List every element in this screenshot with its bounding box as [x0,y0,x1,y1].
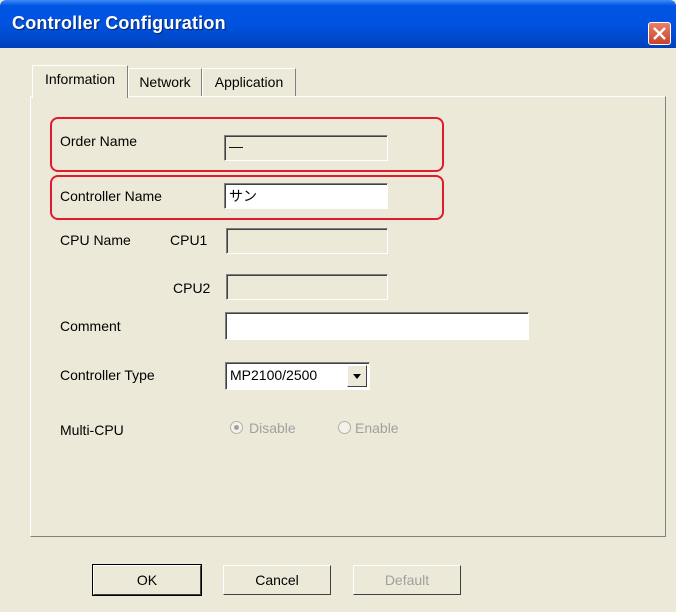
chevron-down-icon [353,374,361,379]
order-name-field: — [224,135,388,161]
cpu-name-label: CPU Name [60,232,131,248]
dropdown-button[interactable] [347,365,367,387]
multi-cpu-label: Multi-CPU [60,422,124,438]
close-button[interactable] [648,22,671,45]
controller-type-select[interactable]: MP2100/2500 [225,362,370,390]
tab-application[interactable]: Application [202,68,296,96]
cancel-button[interactable]: Cancel [223,565,331,595]
controller-type-value: MP2100/2500 [230,367,318,383]
cpu1-field [226,228,388,254]
comment-input[interactable] [225,312,529,340]
controller-name-label: Controller Name [60,188,162,204]
ok-button[interactable]: OK [92,564,202,596]
default-button[interactable]: Default [353,565,461,595]
cpu2-label: CPU2 [173,280,211,296]
comment-label: Comment [60,318,121,334]
radio-disable-label: Disable [249,420,296,436]
controller-name-input[interactable]: サン [224,183,388,209]
window-title: Controller Configuration [12,13,226,33]
order-name-label: Order Name [60,133,138,149]
radio-disable[interactable] [230,421,243,434]
controller-type-label: Controller Type [60,367,155,383]
radio-selected-dot [234,425,239,430]
radio-enable[interactable] [338,421,351,434]
cpu2-field [226,274,388,300]
tab-network[interactable]: Network [128,68,202,96]
title-bar[interactable]: Controller Configuration [0,0,676,48]
cpu1-label: CPU1 [170,232,208,248]
controller-config-dialog: Controller Configuration Information Net… [0,0,676,612]
radio-enable-label: Enable [355,420,399,436]
tab-information[interactable]: Information [32,65,128,98]
close-icon [653,27,666,40]
